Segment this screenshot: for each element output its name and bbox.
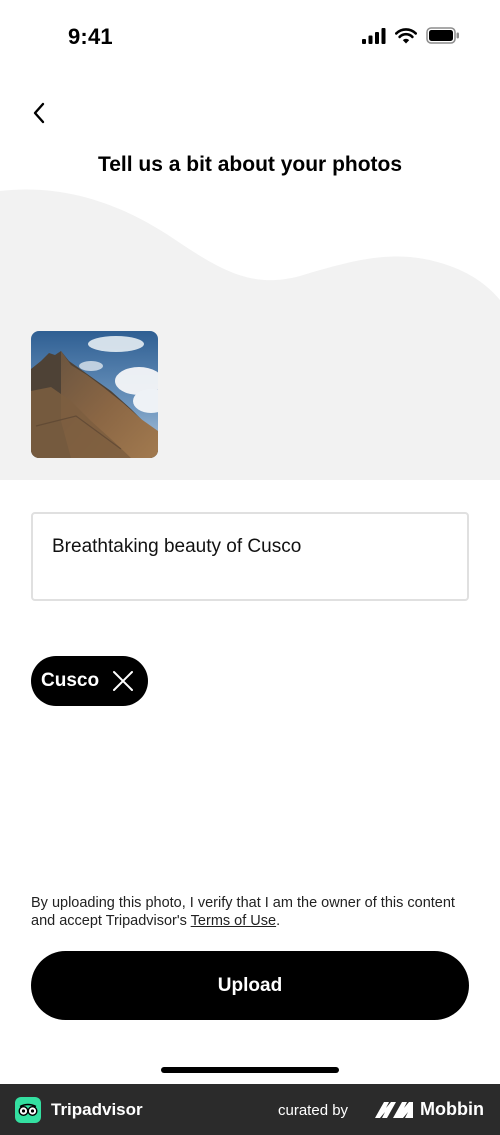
disclaimer-suffix: . <box>276 913 281 929</box>
photo-thumbnail[interactable] <box>31 331 158 458</box>
chevron-left-icon <box>33 102 45 124</box>
back-button[interactable] <box>24 98 54 128</box>
tag-label: Cusco <box>41 670 100 691</box>
upload-button[interactable]: Upload <box>31 951 469 1020</box>
mobbin-logo-icon <box>375 1102 413 1118</box>
footer-brand: Tripadvisor <box>51 1100 143 1119</box>
status-time: 9:41 <box>68 24 113 49</box>
tag-chip-cusco[interactable]: Cusco <box>31 656 148 706</box>
battery-icon <box>426 27 459 44</box>
tripadvisor-logo-icon <box>15 1097 41 1123</box>
caption-field[interactable]: Breathtaking beauty of Cusco <box>31 512 469 601</box>
wifi-icon <box>395 27 417 43</box>
footer-bar: Tripadvisor curated by Mobbin <box>0 1084 500 1135</box>
footer-curated-by: curated by <box>278 1102 349 1119</box>
disclaimer-text: By uploading this photo, I verify that I… <box>31 894 471 930</box>
caption-value: Breathtaking beauty of Cusco <box>52 536 302 557</box>
page-title: Tell us a bit about your photos <box>97 153 403 176</box>
home-indicator <box>161 1067 339 1073</box>
cellular-signal-icon <box>362 27 386 44</box>
mountain-photo <box>31 331 158 458</box>
close-icon[interactable] <box>112 670 134 692</box>
terms-of-use-link[interactable]: Terms of Use <box>191 913 276 929</box>
status-bar: 9:41 <box>0 0 500 70</box>
status-icons <box>362 27 460 44</box>
footer-mobbin: Mobbin <box>420 1099 484 1119</box>
